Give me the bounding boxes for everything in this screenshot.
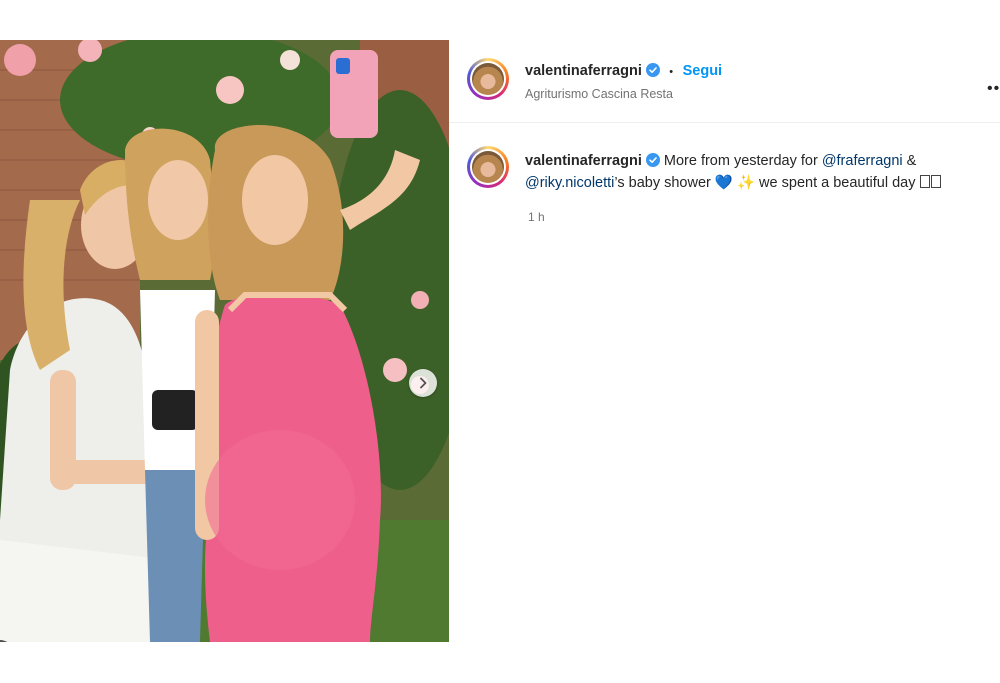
chevron-right-icon: [420, 377, 427, 389]
photo-illustration: [0, 40, 449, 642]
sparkles-emoji: ✨: [736, 175, 756, 191]
mention-link[interactable]: @fraferragni: [822, 153, 903, 169]
post-photo[interactable]: [0, 40, 449, 642]
post-timestamp[interactable]: 1 h: [528, 210, 545, 224]
location-link[interactable]: Agriturismo Cascina Resta: [525, 87, 673, 101]
username-link[interactable]: valentinaferragni: [525, 63, 642, 79]
follow-button[interactable]: Segui: [683, 63, 722, 79]
mention-link[interactable]: @riky.nicoletti: [525, 175, 614, 191]
missing-glyph-icon: [920, 175, 931, 188]
caption-segment: we spent a beautiful day: [755, 175, 920, 191]
caption-segment: ’s baby shower: [614, 175, 715, 191]
avatar[interactable]: [467, 146, 509, 188]
instagram-post: valentinaferragni • Segui Agriturismo Ca…: [0, 0, 1000, 683]
avatar[interactable]: [467, 58, 509, 100]
next-slide-button[interactable]: [409, 369, 437, 397]
avatar-image: [472, 63, 504, 95]
avatar-image: [472, 151, 504, 183]
header-title-row: valentinaferragni • Segui: [525, 62, 722, 80]
caption-segment: More from yesterday for: [663, 153, 822, 169]
separator-dot: •: [669, 66, 674, 78]
verified-badge-icon: [645, 153, 660, 167]
username-link[interactable]: valentinaferragni: [525, 153, 642, 169]
verified-badge-icon: [645, 63, 660, 77]
more-options-icon[interactable]: •••: [987, 80, 1000, 98]
post-header: valentinaferragni • Segui Agriturismo Ca…: [449, 40, 1000, 123]
caption-segment: &: [902, 153, 917, 169]
caption-text: valentinaferragni More from yesterday fo…: [525, 150, 995, 194]
missing-glyph-icon: [931, 175, 942, 188]
blue-heart-emoji: 💙: [714, 175, 733, 191]
